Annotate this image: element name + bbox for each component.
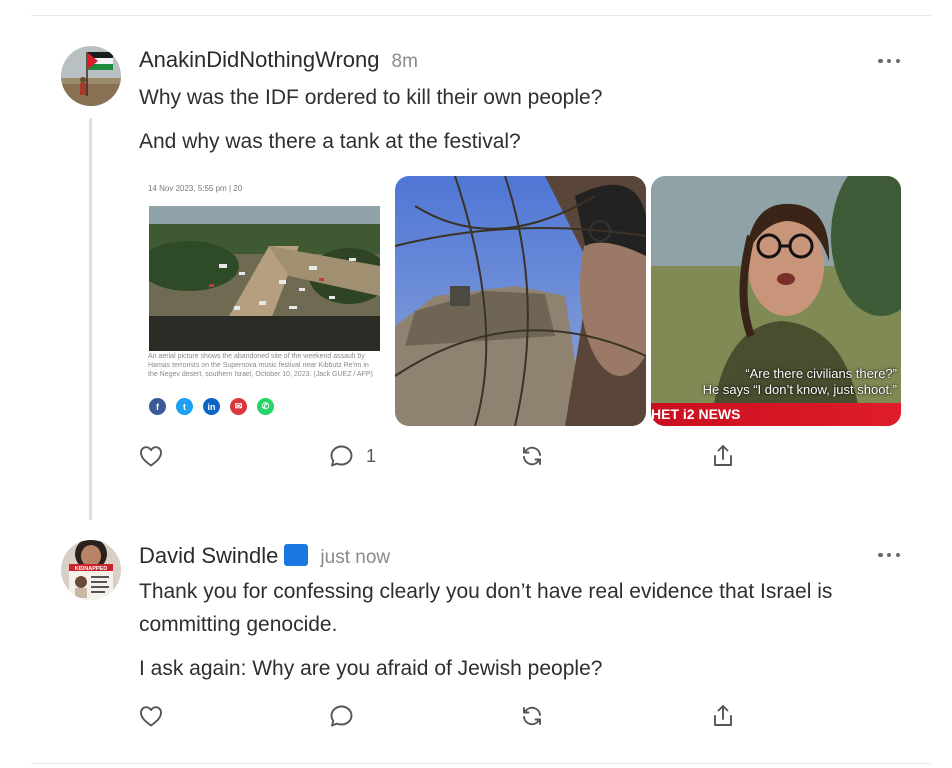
subtitle-line: He says “I don’t know, just shoot.” <box>702 382 897 397</box>
whatsapp-icon[interactable]: ✆ <box>257 398 274 415</box>
comment-header: David Swindle just now <box>139 541 390 569</box>
comment-text: Thank you for confessing clearly you don… <box>139 580 833 636</box>
timestamp[interactable]: 8m <box>392 51 418 73</box>
more-options-icon[interactable] <box>878 550 900 560</box>
article-image[interactable]: 14 Nov 2023, 5:55 pm | 20 An aerial pict… <box>139 176 390 426</box>
restack-icon <box>523 706 541 726</box>
comment-icon <box>330 705 353 727</box>
share-icon <box>714 445 732 466</box>
username[interactable]: David Swindle <box>139 543 278 569</box>
username[interactable]: AnakinDidNothingWrong <box>139 47 380 73</box>
news-bar: HET i2 NEWS <box>651 403 901 426</box>
subtitle-line: “Are there civilians there?” <box>745 366 897 381</box>
reply-button[interactable] <box>329 704 354 728</box>
thread-line <box>89 118 92 520</box>
comment-text: I ask again: Why are you afraid of Jewis… <box>139 657 603 680</box>
tank-image[interactable] <box>395 176 646 426</box>
reply-button[interactable]: 1 <box>329 444 376 468</box>
news-video-image[interactable]: “Are there civilians there?” He says “I … <box>651 176 901 426</box>
twitter-icon[interactable]: t <box>176 398 193 415</box>
comment-icon <box>330 445 353 467</box>
share-buttons: f t in ✉ ✆ <box>149 398 274 415</box>
avatar[interactable]: KIDNAPPED <box>61 540 121 600</box>
aerial-photo <box>149 206 380 351</box>
like-button[interactable] <box>139 445 163 467</box>
restack-icon <box>523 446 541 466</box>
comment-text: Why was the IDF ordered to kill their ow… <box>139 86 603 109</box>
blue-square-icon <box>284 544 309 566</box>
reply-count: 1 <box>366 445 377 466</box>
email-icon[interactable]: ✉ <box>230 398 247 415</box>
heart-icon <box>140 446 162 467</box>
restack-button[interactable] <box>520 444 544 468</box>
share-icon <box>714 705 732 726</box>
top-divider <box>31 15 931 16</box>
share-button[interactable] <box>711 443 735 469</box>
heart-icon <box>140 706 162 727</box>
video-subtitle: “Are there civilians there?” He says “I … <box>667 366 897 398</box>
avatar[interactable] <box>61 46 121 106</box>
article-meta: 14 Nov 2023, 5:55 pm | 20 <box>148 184 243 193</box>
more-options-icon[interactable] <box>878 56 900 66</box>
article-caption: An aerial picture shows the abandoned si… <box>148 353 373 378</box>
bottom-divider <box>31 763 931 764</box>
comment-text: And why was there a tank at the festival… <box>139 130 521 153</box>
timestamp[interactable]: just now <box>320 547 390 569</box>
restack-button[interactable] <box>520 704 544 728</box>
facebook-icon[interactable]: f <box>149 398 166 415</box>
linkedin-icon[interactable]: in <box>203 398 220 415</box>
svg-text:KIDNAPPED: KIDNAPPED <box>75 566 107 572</box>
share-button[interactable] <box>711 703 735 729</box>
comment-header: AnakinDidNothingWrong 8m <box>139 47 418 73</box>
like-button[interactable] <box>139 705 163 727</box>
